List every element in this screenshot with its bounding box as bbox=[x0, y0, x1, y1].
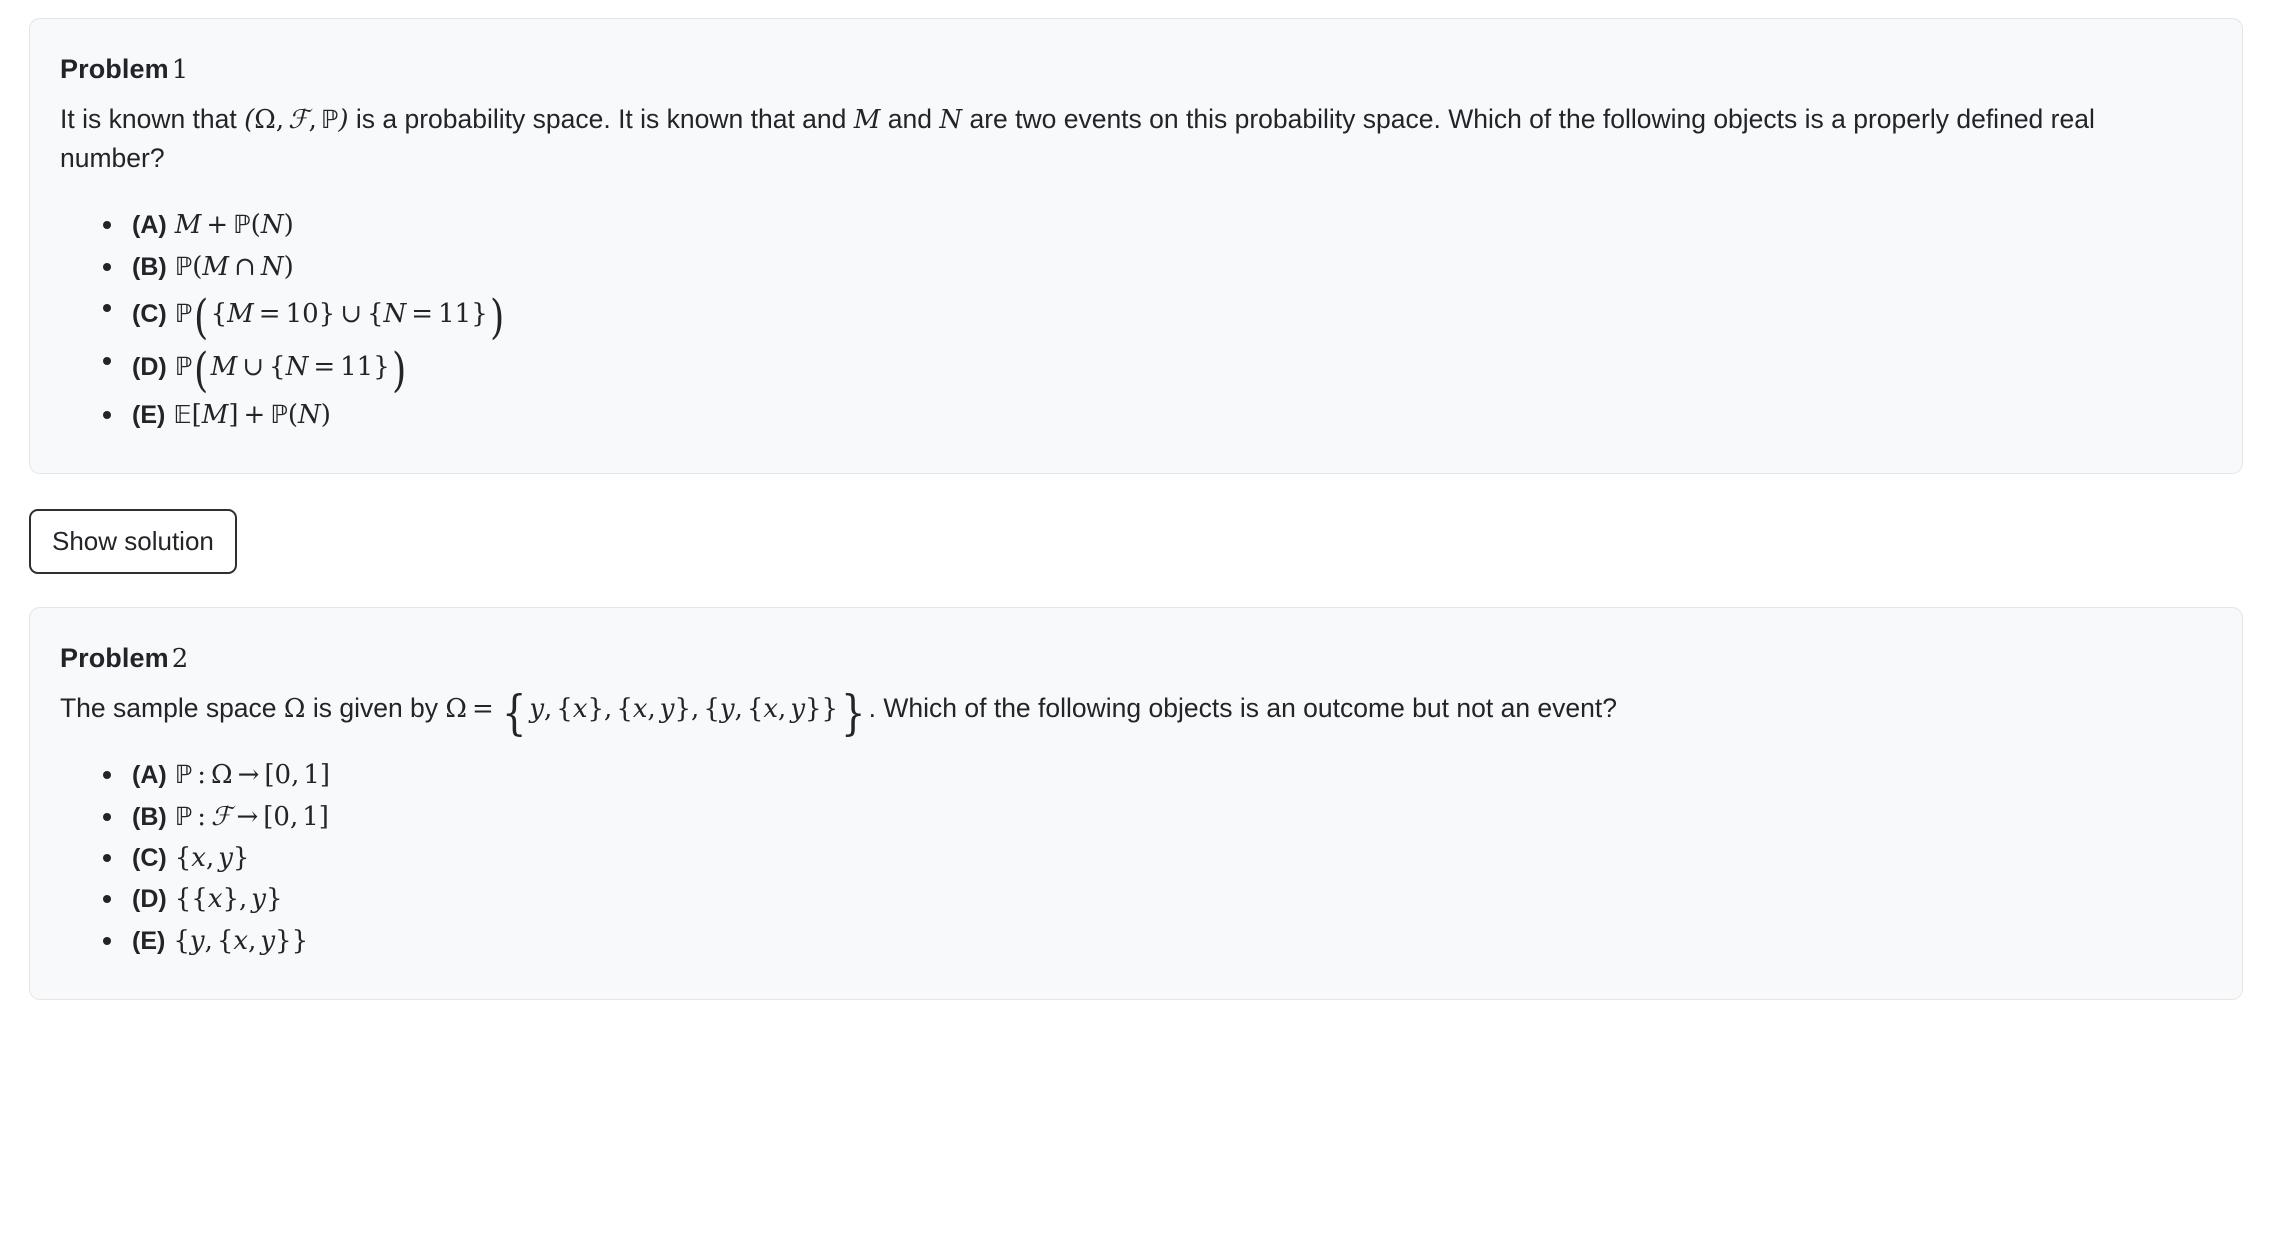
option-d-key: (D) bbox=[132, 885, 167, 914]
option-a-math: ℙ: Ω → [0, 1] bbox=[174, 760, 331, 791]
problem-card-1: Problem 1 It is known that (Ω, ℱ, ℙ) is a p… bbox=[29, 18, 2243, 475]
option-d[interactable]: (D) {{x}, y} bbox=[103, 878, 2202, 919]
problem-2-label: Problem bbox=[60, 643, 169, 674]
show-solution-button[interactable]: Show solution bbox=[29, 509, 237, 575]
show-solution-row: Show solution bbox=[29, 474, 2243, 607]
problem-2-options: (A) ℙ: Ω → [0, 1] (B) ℙ: ℱ → [0, 1] (C) {x, y} (D){{… bbox=[60, 754, 2202, 961]
option-c-math: {x, y} bbox=[174, 842, 250, 873]
option-c-key: (C) bbox=[132, 300, 167, 329]
problem-2-number: 2 bbox=[171, 644, 189, 675]
problem-1-number: 1 bbox=[171, 55, 189, 85]
option-e-key: (E) bbox=[132, 926, 166, 955]
option-b-key: (B) bbox=[132, 802, 167, 831]
problem-2-heading: Problem 2 bbox=[60, 641, 2202, 677]
option-e-math: 𝔼[M] + ℙ(N) bbox=[173, 399, 331, 430]
problem-2-text-2: is given by bbox=[305, 692, 446, 723]
option-e[interactable]: (E) {y, {x, y}} bbox=[103, 920, 2202, 961]
option-a[interactable]: (A) M + ℙ(N) bbox=[103, 204, 2202, 245]
option-b-math: ℙ: ℱ → [0, 1] bbox=[174, 801, 329, 832]
option-c[interactable]: (C) ℙ({M = 10} ∪ {N = 11}) bbox=[103, 287, 2202, 346]
sample-space-definition: Ω ={y, {x}, {x, y}, {y, {x, y}}} bbox=[445, 684, 866, 741]
option-d-math: {{x}, y} bbox=[174, 884, 283, 915]
problem-1-statement: It is known that (Ω, ℱ, ℙ) is a probabilit… bbox=[60, 100, 2180, 179]
option-b[interactable]: (B) ℙ(M ∩ N) bbox=[103, 246, 2202, 287]
problem-1-text-2: is a probability space. It is known that… bbox=[348, 103, 854, 134]
event-n-symbol: N bbox=[939, 104, 963, 135]
problem-2-statement: The sample space Ω is given by Ω ={y, {x},… bbox=[60, 684, 2180, 741]
option-e[interactable]: (E) 𝔼[M] + ℙ(N) bbox=[103, 394, 2202, 435]
event-m-symbol: M bbox=[853, 104, 881, 135]
option-b-math: ℙ(M ∩ N) bbox=[174, 251, 294, 282]
option-d-math: ℙ(M ∪ {N = 11}) bbox=[174, 343, 407, 399]
option-b-key: (B) bbox=[132, 252, 167, 281]
probability-space-triple: (Ω, ℱ, ℙ) bbox=[244, 104, 349, 135]
option-a-math: M + ℙ(N) bbox=[174, 210, 294, 241]
option-c-math: ℙ({M = 10} ∪ {N = 11}) bbox=[174, 290, 505, 346]
problem-card-2: Problem 2 The sample space Ω is given by … bbox=[29, 607, 2243, 1000]
option-c[interactable]: (C) {x, y} bbox=[103, 837, 2202, 878]
option-e-key: (E) bbox=[132, 400, 166, 429]
problem-1-options: (A) M + ℙ(N) (B) ℙ(M ∩ N) (C) ℙ({M = 10} ∪ {N = 11}) … bbox=[60, 204, 2202, 435]
problem-1-label: Problem bbox=[60, 54, 169, 84]
problem-1-text-1: It is known that bbox=[60, 103, 245, 134]
option-a-key: (A) bbox=[132, 211, 167, 240]
option-a-key: (A) bbox=[132, 761, 167, 790]
option-d-key: (D) bbox=[132, 353, 167, 382]
problem-2-text-1: The sample space bbox=[60, 692, 284, 723]
option-d[interactable]: (D) ℙ(M ∪ {N = 11}) bbox=[103, 340, 2202, 399]
problem-page: Problem 1 It is known that (Ω, ℱ, ℙ) is a p… bbox=[0, 0, 2292, 1256]
problem-1-text-3: and bbox=[880, 103, 940, 134]
option-c-key: (C) bbox=[132, 843, 167, 872]
option-e-math: {y, {x, y}} bbox=[173, 925, 309, 956]
option-a[interactable]: (A) ℙ: Ω → [0, 1] bbox=[103, 754, 2202, 795]
problem-2-text-3: . Which of the following objects is an o… bbox=[868, 692, 1617, 723]
option-b[interactable]: (B) ℙ: ℱ → [0, 1] bbox=[103, 796, 2202, 837]
omega-symbol: Ω bbox=[283, 693, 306, 724]
problem-1-heading: Problem 1 bbox=[60, 52, 2202, 88]
